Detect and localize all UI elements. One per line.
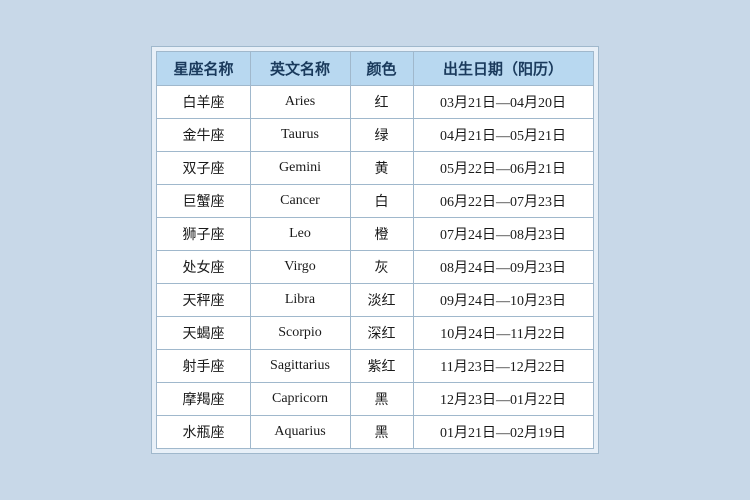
table-row: 射手座Sagittarius紫红11月23日—12月22日 bbox=[157, 350, 593, 383]
table-row: 天蝎座Scorpio深红10月24日—11月22日 bbox=[157, 317, 593, 350]
table-row: 狮子座Leo橙07月24日—08月23日 bbox=[157, 218, 593, 251]
cell-date: 01月21日—02月19日 bbox=[413, 416, 593, 449]
zodiac-table: 星座名称 英文名称 颜色 出生日期（阳历） 白羊座Aries红03月21日—04… bbox=[156, 51, 593, 449]
cell-color: 灰 bbox=[350, 251, 413, 284]
table-row: 双子座Gemini黄05月22日—06月21日 bbox=[157, 152, 593, 185]
cell-date: 07月24日—08月23日 bbox=[413, 218, 593, 251]
cell-date: 11月23日—12月22日 bbox=[413, 350, 593, 383]
cell-color: 深红 bbox=[350, 317, 413, 350]
table-row: 巨蟹座Cancer白06月22日—07月23日 bbox=[157, 185, 593, 218]
cell-en: Cancer bbox=[250, 185, 350, 218]
table-row: 白羊座Aries红03月21日—04月20日 bbox=[157, 86, 593, 119]
cell-en: Aquarius bbox=[250, 416, 350, 449]
cell-color: 紫红 bbox=[350, 350, 413, 383]
cell-cn: 双子座 bbox=[157, 152, 250, 185]
header-en: 英文名称 bbox=[250, 52, 350, 86]
cell-date: 04月21日—05月21日 bbox=[413, 119, 593, 152]
cell-cn: 天蝎座 bbox=[157, 317, 250, 350]
cell-cn: 水瓶座 bbox=[157, 416, 250, 449]
table-container: 星座名称 英文名称 颜色 出生日期（阳历） 白羊座Aries红03月21日—04… bbox=[151, 46, 598, 454]
cell-en: Leo bbox=[250, 218, 350, 251]
cell-color: 淡红 bbox=[350, 284, 413, 317]
table-row: 处女座Virgo灰08月24日—09月23日 bbox=[157, 251, 593, 284]
cell-cn: 金牛座 bbox=[157, 119, 250, 152]
header-date: 出生日期（阳历） bbox=[413, 52, 593, 86]
cell-en: Gemini bbox=[250, 152, 350, 185]
table-row: 天秤座Libra淡红09月24日—10月23日 bbox=[157, 284, 593, 317]
table-row: 金牛座Taurus绿04月21日—05月21日 bbox=[157, 119, 593, 152]
table-header-row: 星座名称 英文名称 颜色 出生日期（阳历） bbox=[157, 52, 593, 86]
cell-date: 08月24日—09月23日 bbox=[413, 251, 593, 284]
cell-cn: 射手座 bbox=[157, 350, 250, 383]
cell-cn: 摩羯座 bbox=[157, 383, 250, 416]
table-row: 摩羯座Capricorn黑12月23日—01月22日 bbox=[157, 383, 593, 416]
cell-cn: 狮子座 bbox=[157, 218, 250, 251]
cell-color: 橙 bbox=[350, 218, 413, 251]
header-cn: 星座名称 bbox=[157, 52, 250, 86]
cell-color: 红 bbox=[350, 86, 413, 119]
header-color: 颜色 bbox=[350, 52, 413, 86]
cell-date: 03月21日—04月20日 bbox=[413, 86, 593, 119]
cell-date: 09月24日—10月23日 bbox=[413, 284, 593, 317]
cell-cn: 处女座 bbox=[157, 251, 250, 284]
cell-en: Scorpio bbox=[250, 317, 350, 350]
cell-color: 黄 bbox=[350, 152, 413, 185]
cell-en: Virgo bbox=[250, 251, 350, 284]
cell-en: Taurus bbox=[250, 119, 350, 152]
cell-en: Aries bbox=[250, 86, 350, 119]
cell-color: 绿 bbox=[350, 119, 413, 152]
cell-date: 06月22日—07月23日 bbox=[413, 185, 593, 218]
cell-en: Sagittarius bbox=[250, 350, 350, 383]
cell-color: 白 bbox=[350, 185, 413, 218]
cell-en: Libra bbox=[250, 284, 350, 317]
table-row: 水瓶座Aquarius黑01月21日—02月19日 bbox=[157, 416, 593, 449]
cell-color: 黑 bbox=[350, 383, 413, 416]
cell-cn: 白羊座 bbox=[157, 86, 250, 119]
cell-date: 12月23日—01月22日 bbox=[413, 383, 593, 416]
cell-date: 10月24日—11月22日 bbox=[413, 317, 593, 350]
cell-en: Capricorn bbox=[250, 383, 350, 416]
cell-cn: 天秤座 bbox=[157, 284, 250, 317]
cell-cn: 巨蟹座 bbox=[157, 185, 250, 218]
cell-date: 05月22日—06月21日 bbox=[413, 152, 593, 185]
cell-color: 黑 bbox=[350, 416, 413, 449]
